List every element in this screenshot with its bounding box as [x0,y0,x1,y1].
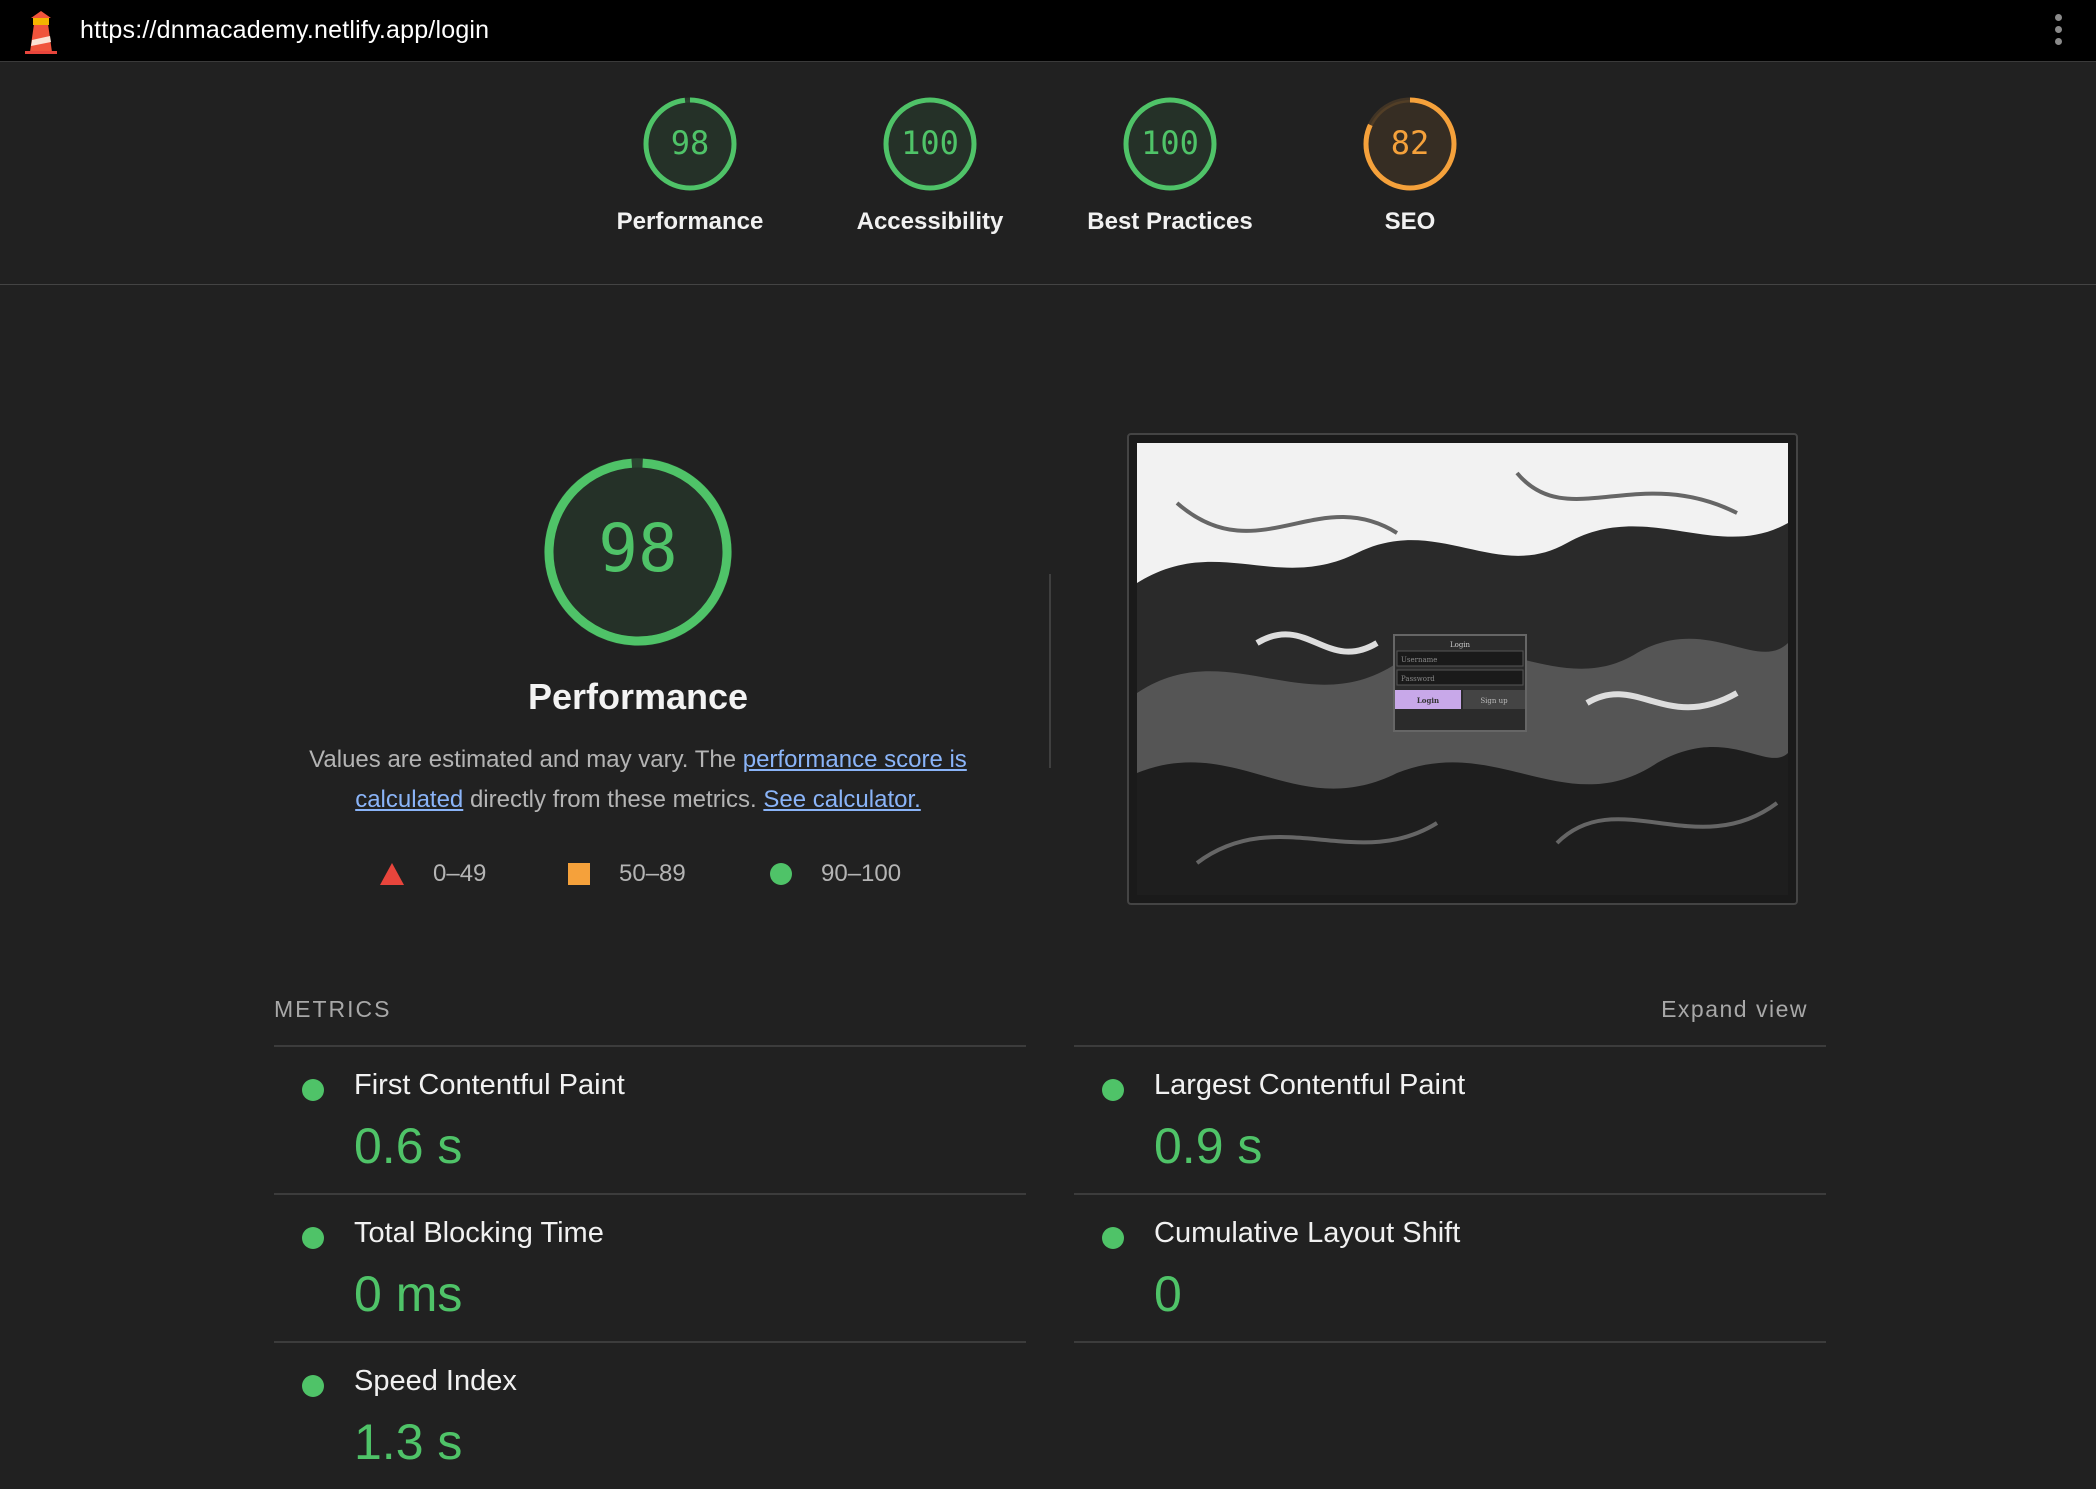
score-gauge-icon: 100 [1123,97,1217,191]
section-divider [1049,574,1051,768]
category-label: Best Practices [1087,208,1253,235]
pass-circle-icon [302,1375,324,1397]
metric-cumulative-layout-shift[interactable]: Cumulative Layout Shift 0 [1074,1193,1826,1341]
metric-value: 0.6 s [354,1118,463,1174]
category-score: 98 [671,124,710,162]
category-scores: 98 Performance 100 Accessibility 100 Best Pra… [0,62,2096,285]
pass-circle-icon [1102,1079,1124,1101]
metrics-bottom-divider [1074,1341,1826,1343]
legend-average: 50–89 [567,860,686,888]
metric-value: 0 [1154,1266,1182,1322]
category-label: Accessibility [856,208,1004,235]
browser-bar: https://dnmacademy.netlify.app/login [0,0,2096,62]
performance-title: Performance [527,676,749,717]
pass-circle-icon [302,1227,324,1249]
category-gauge-best-practices[interactable]: 100 Best Practices [1080,94,1260,236]
category-score: 100 [1141,124,1199,162]
legend-pass-label: 90–100 [821,860,902,887]
square-icon [568,863,590,885]
category-label: SEO [1384,208,1436,235]
metric-name: Total Blocking Time [354,1217,604,1249]
metric-total-blocking-time[interactable]: Total Blocking Time 0 ms [274,1193,1026,1341]
metric-speed-index[interactable]: Speed Index 1.3 s [274,1341,1026,1489]
metric-first-contentful-paint[interactable]: First Contentful Paint 0.6 s [274,1045,1026,1193]
circle-icon [770,863,792,885]
metric-value: 0 ms [354,1266,463,1322]
metric-name: First Contentful Paint [354,1069,625,1101]
category-score: 82 [1391,124,1430,162]
score-gauge-icon: 98 [643,97,737,191]
see-calculator-link[interactable]: See calculator. [763,786,920,813]
metrics-left-column: First Contentful Paint 0.6 s Total Block… [274,1045,1026,1489]
screenshot-signup-button: Sign up [1480,697,1508,705]
screenshot-form-title: Login [1450,641,1471,649]
pass-circle-icon [1102,1227,1124,1249]
metrics-heading: METRICS [274,996,392,1022]
performance-score: 98 [598,510,677,587]
category-score: 100 [901,124,959,162]
score-gauge-icon: 100 [883,97,977,191]
legend-average-label: 50–89 [619,860,686,887]
legend-fail: 0–49 [379,860,486,888]
legend-fail-label: 0–49 [433,860,487,887]
category-gauge-seo[interactable]: 82 SEO [1320,94,1500,236]
screenshot-login-button: Login [1417,696,1439,705]
kebab-menu-icon[interactable] [2052,14,2064,50]
lighthouse-icon [25,11,57,54]
legend-pass: 90–100 [769,860,901,888]
screenshot-image: Login Username Password Login Sign up [1137,443,1788,895]
category-label: Performance [616,208,764,235]
category-gauge-performance[interactable]: 98 Performance [600,94,780,236]
desc-text-1: Values are estimated and may vary. The [309,746,743,773]
metric-name: Largest Contentful Paint [1154,1069,1466,1101]
metric-value: 1.3 s [354,1414,463,1470]
final-screenshot[interactable]: Login Username Password Login Sign up [1127,433,1798,905]
expand-view-button[interactable]: Expand view [1661,996,1808,1023]
screenshot-username: Username [1401,656,1437,664]
metric-value: 0.9 s [1154,1118,1263,1174]
metric-name: Speed Index [354,1365,517,1397]
metrics-right-column: Largest Contentful Paint 0.9 s Cumulativ… [1074,1045,1826,1343]
performance-gauge: 98 [544,458,732,646]
pass-circle-icon [302,1079,324,1101]
url-text[interactable]: https://dnmacademy.netlify.app/login [80,16,489,45]
score-gauge-icon: 82 [1363,97,1457,191]
category-gauge-accessibility[interactable]: 100 Accessibility [840,94,1020,236]
performance-description: Values are estimated and may vary. The p… [268,740,1008,820]
desc-text-2: directly from these metrics. [463,786,764,813]
metric-name: Cumulative Layout Shift [1154,1217,1461,1249]
screenshot-password: Password [1401,675,1435,683]
triangle-icon [380,863,404,885]
metric-largest-contentful-paint[interactable]: Largest Contentful Paint 0.9 s [1074,1045,1826,1193]
